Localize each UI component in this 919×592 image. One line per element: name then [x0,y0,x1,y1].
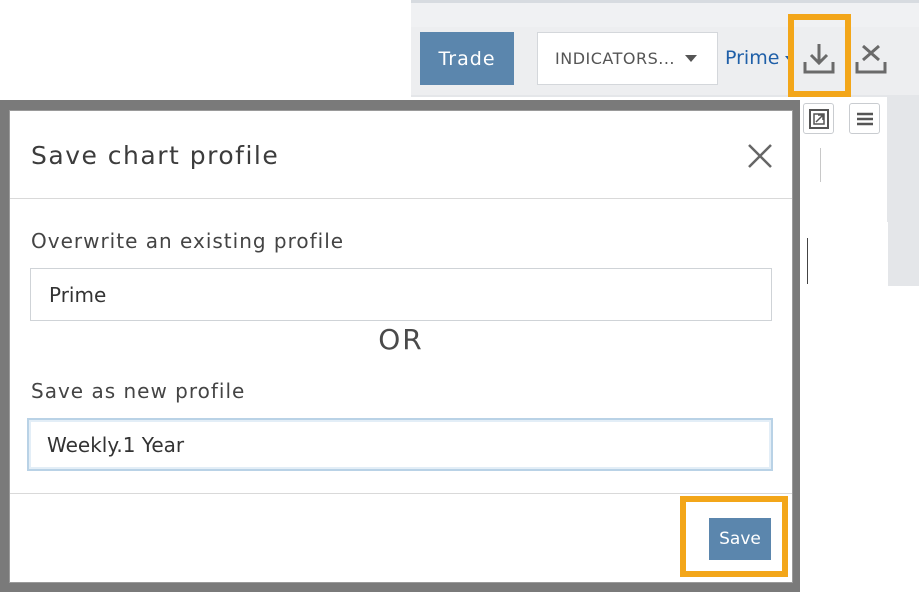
existing-profile-select[interactable]: Prime [30,268,772,321]
screen: Trade INDICATORS... Prime Save chart pro… [0,0,919,592]
close-chart-icon[interactable] [851,38,891,78]
dialog-title: Save chart profile [31,141,280,170]
profile-label: Prime [725,47,780,69]
new-profile-label: Save as new profile [31,379,246,403]
new-profile-input[interactable]: Weekly.1 Year [27,418,773,471]
chart-area-lower [798,222,888,286]
chart-divider [807,238,808,284]
save-profile-dialog: Save chart profile Overwrite an existing… [9,110,793,583]
chart-divider [820,148,821,182]
indicators-label: INDICATORS... [555,49,675,68]
profile-dropdown[interactable]: Prime [725,47,794,69]
footer-divider [10,493,792,494]
popout-icon[interactable] [803,103,834,134]
new-profile-value: Weekly.1 Year [47,432,185,457]
dialog-header: Save chart profile [10,111,792,199]
trade-button[interactable]: Trade [420,32,514,85]
chevron-down-icon [685,55,697,62]
close-icon[interactable] [745,141,775,171]
or-separator: OR [378,323,424,356]
save-button[interactable]: Save [709,518,771,560]
download-icon[interactable] [799,38,839,78]
indicators-dropdown[interactable]: INDICATORS... [537,32,718,85]
existing-profile-value: Prime [49,282,107,307]
overwrite-label: Overwrite an existing profile [31,229,345,253]
menu-icon[interactable] [849,103,880,134]
